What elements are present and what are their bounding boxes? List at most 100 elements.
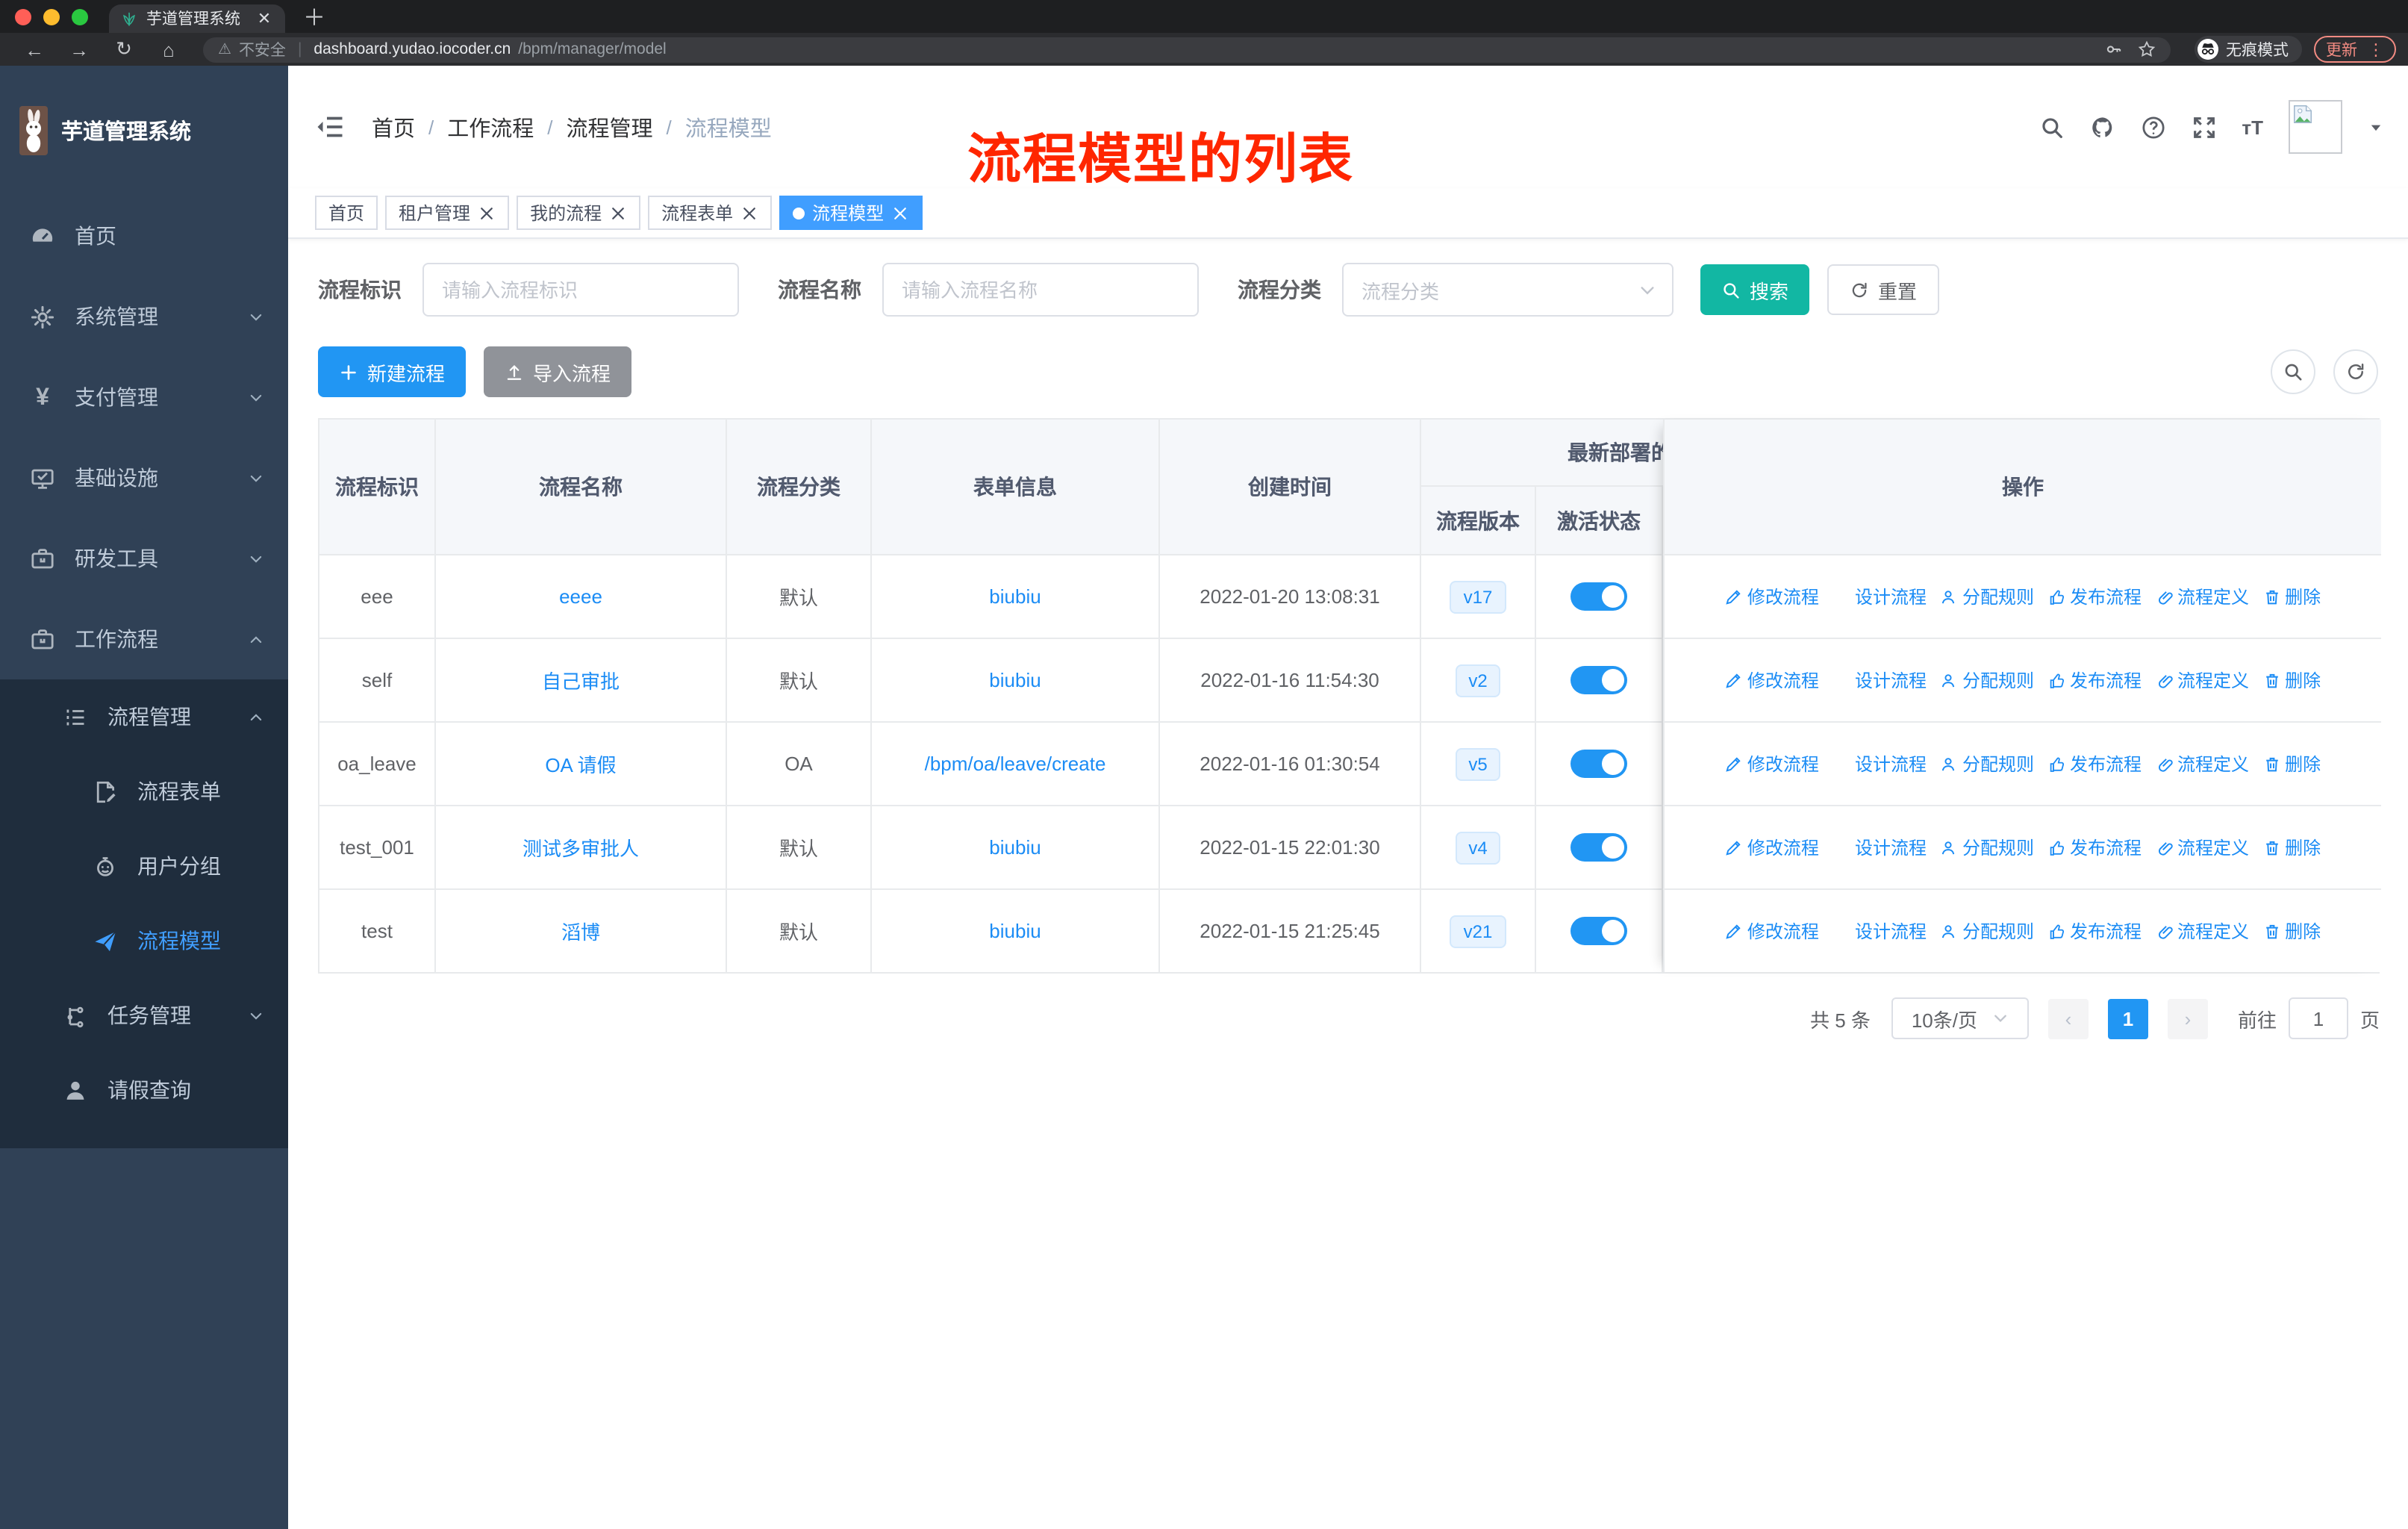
active-toggle[interactable] [1570,666,1627,694]
active-toggle[interactable] [1570,917,1627,945]
current-page-button[interactable]: 1 [2107,998,2148,1038]
tag-4[interactable]: 流程模型 [779,196,923,230]
active-toggle[interactable] [1570,582,1627,611]
action-assign-link[interactable]: 分配规则 [1940,835,2034,860]
maximize-window-button[interactable] [72,8,88,25]
sidebar-item-1[interactable]: 系统管理 [0,276,288,357]
prev-page-button[interactable]: ‹ [2047,998,2089,1038]
action-definition-link[interactable]: 流程定义 [2155,835,2249,860]
action-edit-link[interactable]: 修改流程 [1725,918,1819,944]
home-button[interactable]: ⌂ [146,38,191,60]
action-design-link[interactable]: 设计流程 [1832,918,1927,944]
avatar[interactable] [2289,100,2342,154]
action-publish-link[interactable]: 发布流程 [2047,751,2142,776]
tag-0[interactable]: 首页 [315,196,378,230]
sidebar-item-4[interactable]: 研发工具 [0,518,288,599]
action-delete-link[interactable]: 删除 [2262,584,2321,609]
sidebar-item-7[interactable]: 流程表单 [0,754,288,829]
active-toggle[interactable] [1570,750,1627,778]
browser-update-button[interactable]: 更新 ⋮ [2314,36,2396,63]
action-definition-link[interactable]: 流程定义 [2155,918,2249,944]
action-assign-link[interactable]: 分配规则 [1940,751,2034,776]
page-size-select[interactable]: 10条/页 [1891,997,2029,1039]
sidebar-item-9[interactable]: 流程模型 [0,903,288,978]
forward-button[interactable]: → [57,38,102,60]
process-name-link[interactable]: 滔博 [561,917,600,945]
action-definition-link[interactable]: 流程定义 [2155,584,2249,609]
process-name-link[interactable]: OA 请假 [545,750,616,778]
browser-menu-icon[interactable]: ⋮ [2368,40,2384,59]
reset-button[interactable]: 重置 [1827,264,1940,315]
sidebar-item-10[interactable]: 任务管理 [0,978,288,1053]
action-edit-link[interactable]: 修改流程 [1725,667,1819,693]
app-logo[interactable]: 芋道管理系统 [0,66,288,196]
sidebar-collapse-icon[interactable] [315,112,345,142]
tag-close-icon[interactable] [478,204,496,222]
bookmark-star-icon[interactable] [2138,40,2156,58]
action-edit-link[interactable]: 修改流程 [1725,751,1819,776]
tag-3[interactable]: 流程表单 [648,196,773,230]
action-design-link[interactable]: 设计流程 [1832,751,1927,776]
tag-close-icon[interactable] [609,204,627,222]
action-delete-link[interactable]: 删除 [2262,751,2321,776]
avatar-caret-down-icon[interactable] [2368,119,2384,135]
process-name-link[interactable]: eeee [559,585,602,608]
action-publish-link[interactable]: 发布流程 [2047,584,2142,609]
sidebar-item-6[interactable]: 流程管理 [0,679,288,754]
fullscreen-icon[interactable] [2191,114,2216,140]
action-delete-link[interactable]: 删除 [2262,918,2321,944]
next-page-button[interactable]: › [2167,998,2208,1038]
action-definition-link[interactable]: 流程定义 [2155,751,2249,776]
action-design-link[interactable]: 设计流程 [1832,584,1927,609]
tag-1[interactable]: 租户管理 [385,196,510,230]
back-button[interactable]: ← [12,38,57,60]
action-publish-link[interactable]: 发布流程 [2047,835,2142,860]
search-button[interactable]: 搜索 [1700,264,1810,315]
key-icon[interactable] [2105,40,2123,58]
action-assign-link[interactable]: 分配规则 [1940,667,2034,693]
close-window-button[interactable] [15,8,31,25]
create-process-button[interactable]: 新建流程 [318,346,467,397]
tag-close-icon[interactable] [891,204,909,222]
breadcrumb-item-3[interactable]: 流程模型 [685,111,772,143]
form-info-link[interactable]: biubiu [989,585,1041,608]
sidebar-item-11[interactable]: 请假查询 [0,1053,288,1127]
minimize-window-button[interactable] [43,8,60,25]
sidebar-item-2[interactable]: ¥ 支付管理 [0,357,288,437]
action-design-link[interactable]: 设计流程 [1832,835,1927,860]
sidebar-item-3[interactable]: 基础设施 [0,437,288,518]
form-info-link[interactable]: biubiu [989,836,1041,859]
tag-2[interactable]: 我的流程 [517,196,641,230]
process-key-input[interactable] [422,263,739,317]
process-name-link[interactable]: 测试多审批人 [523,833,639,862]
process-category-select[interactable]: 流程分类 [1342,263,1674,317]
form-info-link[interactable]: biubiu [989,669,1041,691]
header-search-icon[interactable] [2039,114,2064,140]
form-info-link[interactable]: biubiu [989,920,1041,942]
new-tab-button[interactable]: ＋ [303,4,325,33]
font-size-icon[interactable]: ᴛT [2242,116,2263,138]
process-name-input[interactable] [882,263,1199,317]
tag-close-icon[interactable] [740,204,758,222]
action-definition-link[interactable]: 流程定义 [2155,667,2249,693]
action-edit-link[interactable]: 修改流程 [1725,584,1819,609]
action-design-link[interactable]: 设计流程 [1832,667,1927,693]
goto-page-input[interactable] [2288,997,2348,1039]
form-info-link[interactable]: /bpm/oa/leave/create [925,753,1106,775]
action-publish-link[interactable]: 发布流程 [2047,918,2142,944]
tab-close-icon[interactable]: ✕ [255,9,273,28]
breadcrumb-item-1[interactable]: 工作流程 [447,111,534,143]
action-edit-link[interactable]: 修改流程 [1725,835,1819,860]
breadcrumb-item-2[interactable]: 流程管理 [567,111,653,143]
active-toggle[interactable] [1570,833,1627,862]
address-bar[interactable]: ⚠ 不安全 | dashboard.yudao.iocoder.cn/bpm/m… [203,37,2171,62]
breadcrumb-item-0[interactable]: 首页 [372,111,415,143]
action-delete-link[interactable]: 删除 [2262,667,2321,693]
browser-tab[interactable]: 芋道管理系统 ✕ [109,4,285,33]
reload-button[interactable]: ↻ [102,37,146,61]
import-process-button[interactable]: 导入流程 [484,346,632,397]
toggle-search-button[interactable] [2271,349,2315,394]
sidebar-item-5[interactable]: 工作流程 [0,599,288,679]
refresh-table-button[interactable] [2333,349,2378,394]
github-icon[interactable] [2089,114,2115,140]
